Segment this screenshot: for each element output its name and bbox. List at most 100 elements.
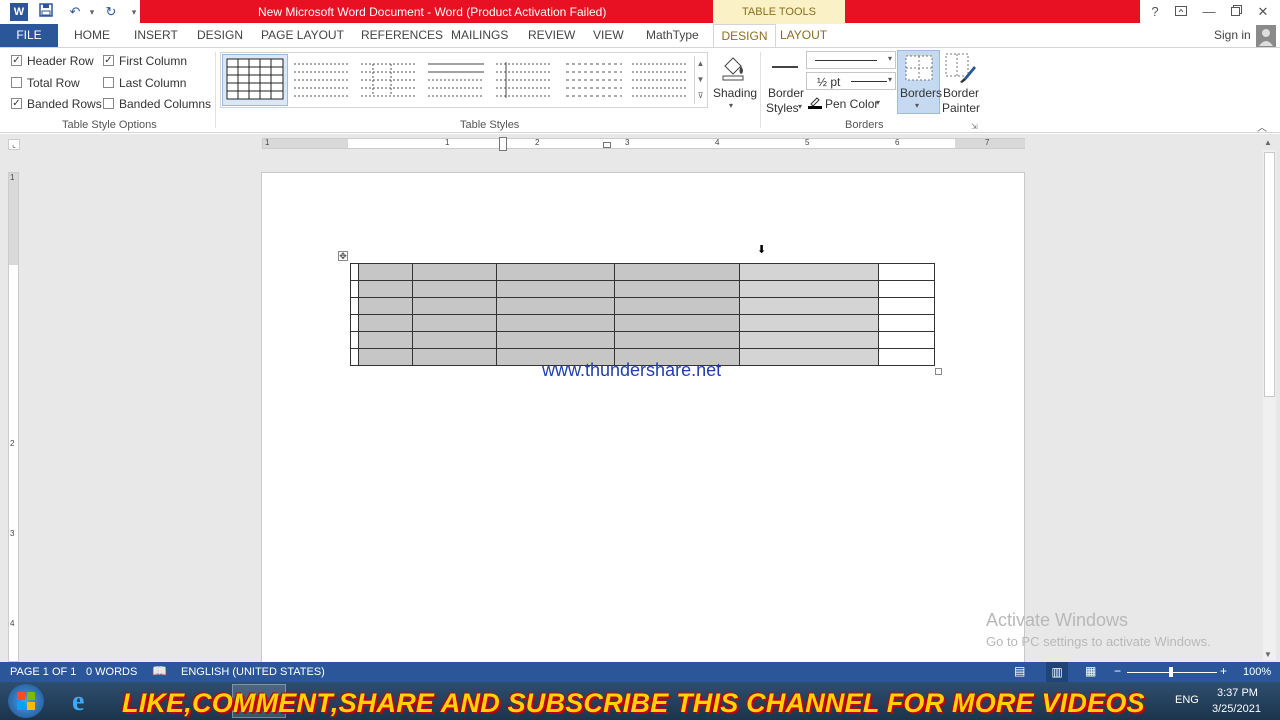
table-cell[interactable] [358,314,413,332]
table-cell[interactable] [614,263,740,281]
table-cell[interactable] [878,297,935,315]
last-column-checkbox[interactable] [103,77,114,88]
table-cell[interactable] [358,280,413,298]
sign-in-link[interactable]: Sign in [1214,28,1251,42]
tab-insert[interactable]: INSERT [134,28,178,42]
document-page[interactable] [261,172,1025,664]
clock-date[interactable]: 3/25/2021 [1212,703,1261,715]
ribbon-display-options-button[interactable] [1168,2,1194,22]
table-move-handle-icon[interactable]: ✥ [338,251,348,261]
table-cell[interactable] [739,280,879,298]
shading-label[interactable]: Shading [713,86,757,100]
document-table[interactable] [350,263,935,366]
table-cell[interactable] [412,314,497,332]
language-indicator[interactable]: ENGLISH (UNITED STATES) [181,666,325,678]
tab-page-layout[interactable]: PAGE LAYOUT [261,28,344,42]
word-count[interactable]: 0 WORDS [86,666,137,678]
shading-dropdown-icon[interactable]: ▾ [729,101,733,110]
table-cell[interactable] [614,331,740,349]
borders-button[interactable]: Borders ▾ [897,50,942,114]
save-icon[interactable] [37,3,55,21]
tab-view[interactable]: VIEW [593,28,624,42]
table-cell[interactable] [412,348,497,366]
indent-marker[interactable] [499,137,507,151]
shading-bucket-icon[interactable] [719,52,747,82]
table-style-plain1-thumb[interactable] [294,60,350,100]
tab-mathtype[interactable]: MathType [646,28,699,42]
table-cell[interactable] [614,280,740,298]
restore-button[interactable] [1223,2,1249,22]
table-cell[interactable] [358,348,413,366]
vertical-scrollbar-thumb[interactable] [1264,152,1275,397]
table-style-plain2-thumb[interactable] [361,60,417,100]
start-button[interactable] [8,684,44,718]
table-cell[interactable] [412,263,497,281]
undo-dropdown-icon[interactable]: ▾ [83,3,101,21]
scroll-up-arrow-icon[interactable]: ▲ [1264,138,1272,147]
pen-color-label[interactable]: Pen Color [825,97,878,111]
zoom-in-icon[interactable]: + [1220,664,1227,678]
table-style-plain6-thumb[interactable] [632,60,688,100]
border-styles-line-icon[interactable] [772,66,798,68]
table-cell[interactable] [350,297,359,315]
table-cell[interactable] [878,263,935,281]
line-style-select[interactable]: ▾ [806,51,896,69]
pen-color-icon[interactable] [808,95,822,109]
undo-icon[interactable]: ↶ [66,3,84,21]
first-column-checkbox[interactable]: ✓ [103,55,114,66]
web-layout-icon[interactable]: ▦ [1085,664,1096,678]
table-cell[interactable] [739,314,879,332]
collapse-ribbon-icon[interactable]: ︿ [1257,119,1267,134]
table-cell[interactable] [878,314,935,332]
border-styles-dropdown-icon[interactable]: ▾ [798,102,802,111]
word-app-icon[interactable]: W [10,3,28,21]
zoom-out-icon[interactable]: − [1114,664,1121,678]
help-button[interactable]: ? [1142,2,1168,22]
header-row-checkbox[interactable]: ✓ [11,55,22,66]
close-button[interactable]: ✕ [1250,2,1276,22]
table-cell[interactable] [614,314,740,332]
table-style-grid-thumb[interactable] [226,58,284,100]
table-cell[interactable] [412,280,497,298]
table-cell[interactable] [739,297,879,315]
tab-file[interactable]: FILE [0,24,58,47]
table-cell[interactable] [350,331,359,349]
page-count[interactable]: PAGE 1 OF 1 [10,666,76,678]
table-cell[interactable] [358,331,413,349]
redo-icon[interactable]: ↻ [102,3,120,21]
table-cell[interactable] [358,297,413,315]
print-layout-icon[interactable]: ▥ [1046,662,1068,682]
tab-mailings[interactable]: MAILINGS [451,28,508,42]
zoom-slider-thumb[interactable] [1169,667,1173,677]
total-row-checkbox[interactable] [11,77,22,88]
table-cell[interactable] [496,297,615,315]
table-style-plain3-thumb[interactable] [428,60,484,100]
table-cell[interactable] [350,280,359,298]
table-cell[interactable] [350,348,359,366]
table-cell[interactable] [878,280,935,298]
table-cell[interactable] [739,331,879,349]
table-cell[interactable] [739,348,879,366]
pen-color-dropdown-icon[interactable]: ▾ [876,98,880,107]
border-painter-icon[interactable] [944,52,976,84]
tab-table-design[interactable]: DESIGN [713,24,776,47]
table-cell[interactable] [350,263,359,281]
table-cell[interactable] [878,348,935,366]
table-cell[interactable] [496,314,615,332]
table-cell[interactable] [496,331,615,349]
tab-selector[interactable]: ⌞ [8,139,20,150]
table-resize-handle[interactable] [935,368,942,375]
border-styles-label-1[interactable]: Border [768,86,804,100]
borders-dialog-launcher-icon[interactable]: ⇲ [971,122,978,131]
banded-rows-checkbox[interactable]: ✓ [11,98,22,109]
tab-home[interactable]: HOME [74,28,110,42]
horizontal-ruler[interactable]: 1 1 2 3 4 5 6 7 [262,137,1025,151]
table-cell[interactable] [878,331,935,349]
table-style-plain4-thumb[interactable] [496,60,552,100]
tab-design[interactable]: DESIGN [197,28,243,42]
minimize-button[interactable]: — [1196,2,1222,22]
banded-columns-checkbox[interactable] [103,98,114,109]
table-cell[interactable] [358,263,413,281]
border-painter-label-1[interactable]: Border [943,86,979,100]
vertical-ruler[interactable]: 1 2 3 4 [8,172,19,662]
